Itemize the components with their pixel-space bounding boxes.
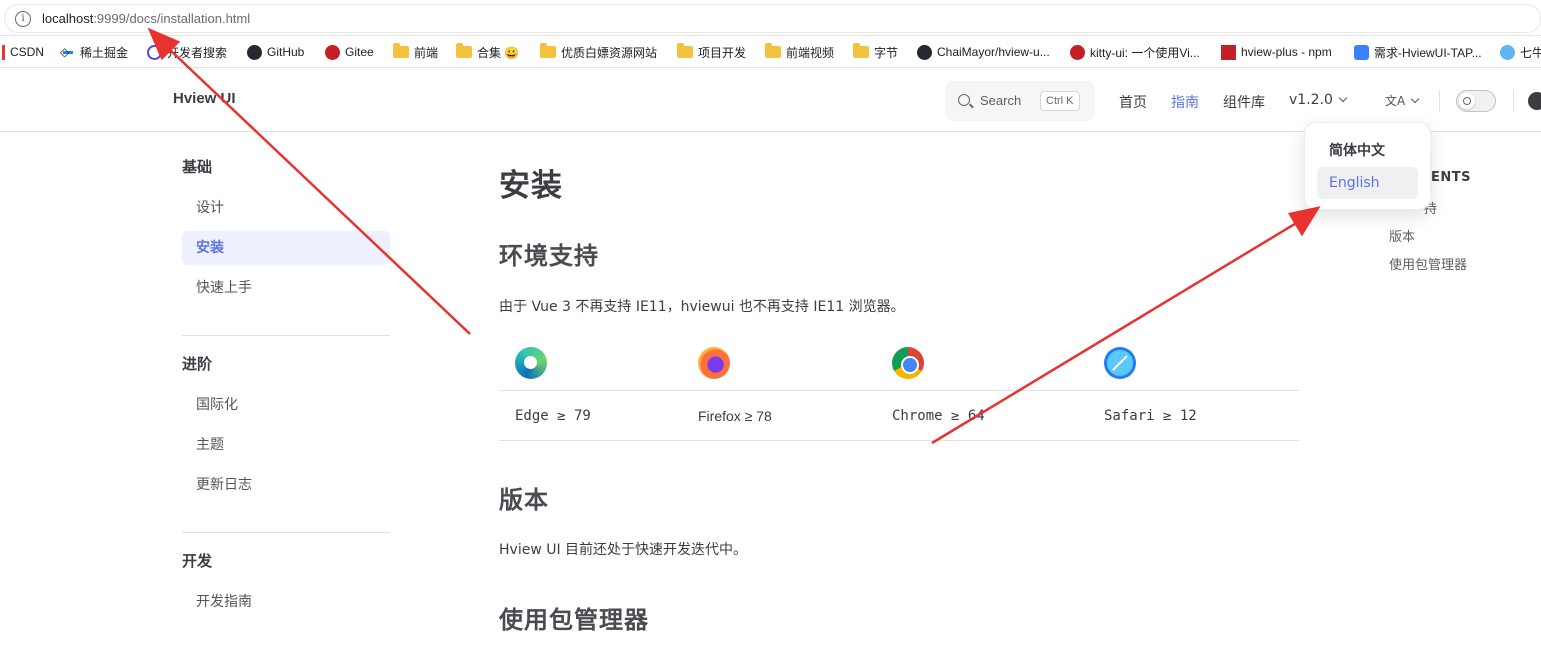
qiniu-icon bbox=[1500, 44, 1515, 60]
nav-link-components[interactable]: 组件库 bbox=[1223, 92, 1265, 112]
search-icon bbox=[958, 94, 970, 106]
nav-link-home[interactable]: 首页 bbox=[1119, 92, 1147, 112]
safari-icon bbox=[1104, 347, 1136, 379]
nav-link-guide[interactable]: 指南 bbox=[1171, 92, 1199, 112]
toc-title: ENTS bbox=[1431, 170, 1471, 185]
browser-version-chrome: Chrome ≥ 64 bbox=[892, 408, 985, 424]
chevron-down-icon bbox=[1410, 94, 1420, 104]
version-dropdown[interactable]: v1.2.0 bbox=[1289, 92, 1348, 108]
sun-icon bbox=[1463, 97, 1471, 105]
url-field[interactable]: i localhost:9999/docs/installation.html bbox=[4, 4, 1541, 33]
folder-icon bbox=[456, 43, 472, 58]
edge-icon bbox=[515, 347, 547, 379]
gitee-icon bbox=[1070, 44, 1085, 60]
bookmark-csdn[interactable]: CSDN bbox=[2, 43, 44, 61]
dev-search-icon bbox=[147, 44, 162, 60]
sidebar-item-installation[interactable]: 安装 bbox=[182, 231, 390, 265]
sidebar-item-theme[interactable]: 主题 bbox=[182, 428, 390, 462]
theme-toggle[interactable] bbox=[1456, 90, 1496, 112]
language-switcher[interactable]: 文A bbox=[1385, 92, 1420, 109]
bookmarks-bar: CSDN ◇ 稀土掘金 开发者搜索 GitHub Gitee 前端 合集 😀 优质… bbox=[0, 36, 1541, 68]
bookmark-juejin[interactable]: ◇ 稀土掘金 bbox=[60, 43, 128, 61]
site-info-icon[interactable]: i bbox=[15, 11, 31, 27]
github-icon bbox=[917, 44, 932, 60]
search-button[interactable]: Search Ctrl K bbox=[945, 81, 1095, 121]
bookmark-folder-resources[interactable]: 优质白嫖资源网站 bbox=[540, 43, 657, 61]
gitee-icon bbox=[325, 44, 340, 60]
bookmark-folder-projects[interactable]: 项目开发 bbox=[677, 43, 746, 61]
bookmark-folder-videos[interactable]: 前端视频 bbox=[765, 43, 834, 61]
firefox-icon bbox=[698, 347, 730, 379]
sidebar-item-dev-guide[interactable]: 开发指南 bbox=[182, 585, 390, 619]
sidebar-group-title: 进阶 bbox=[182, 355, 213, 373]
bookmark-github[interactable]: GitHub bbox=[247, 43, 304, 61]
browser-version-edge: Edge ≥ 79 bbox=[515, 408, 591, 424]
page-title: 安装 bbox=[499, 168, 563, 204]
sidebar-item-changelog[interactable]: 更新日志 bbox=[182, 468, 390, 502]
csdn-icon bbox=[2, 44, 5, 60]
toc-item-version[interactable]: 版本 bbox=[1389, 226, 1415, 245]
bookmark-kitty-ui[interactable]: kitty-ui: 一个使用Vi... bbox=[1070, 43, 1200, 61]
tapd-icon bbox=[1354, 44, 1369, 60]
env-description: 由于 Vue 3 不再支持 IE11，hviewui 也不再支持 IE11 浏览… bbox=[499, 299, 905, 315]
bookmark-folder-bytedance[interactable]: 字节 bbox=[853, 43, 898, 61]
bookmark-hview-github[interactable]: ChaiMayor/hview-u... bbox=[917, 43, 1050, 61]
chevron-down-icon bbox=[1338, 93, 1348, 103]
translate-icon: 文A bbox=[1385, 94, 1406, 108]
nav-divider bbox=[1513, 90, 1514, 112]
toc-item-package-manager[interactable]: 使用包管理器 bbox=[1389, 254, 1467, 273]
lang-option-zh[interactable]: 简体中文 bbox=[1317, 135, 1418, 167]
toggle-knob bbox=[1459, 93, 1475, 109]
github-icon bbox=[247, 44, 262, 60]
nav-divider bbox=[1439, 90, 1440, 112]
site-brand[interactable]: Hview UI bbox=[173, 90, 236, 107]
juejin-icon: ◇ bbox=[60, 44, 75, 60]
sidebar-item-design[interactable]: 设计 bbox=[182, 191, 390, 225]
folder-icon bbox=[853, 43, 869, 58]
browser-version-safari: Safari ≥ 12 bbox=[1104, 408, 1197, 424]
browser-version-firefox: Firefox ≥ 78 bbox=[698, 408, 772, 424]
sidebar-group-title: 基础 bbox=[182, 158, 213, 176]
browser-address-bar: i localhost:9999/docs/installation.html bbox=[0, 0, 1541, 36]
annotation-arrowhead bbox=[1288, 206, 1321, 237]
npm-icon bbox=[1221, 44, 1236, 60]
section-heading-version: 版本 bbox=[499, 486, 549, 514]
table-row: Edge ≥ 79 Firefox ≥ 78 Chrome ≥ 64 Safar… bbox=[499, 391, 1299, 441]
language-menu: 简体中文 English bbox=[1304, 122, 1431, 210]
browser-support-table: Edge ≥ 79 Firefox ≥ 78 Chrome ≥ 64 Safar… bbox=[499, 337, 1299, 441]
sidebar-item-quickstart[interactable]: 快速上手 bbox=[182, 271, 390, 305]
sidebar-divider bbox=[182, 532, 390, 533]
chrome-icon bbox=[892, 347, 924, 379]
section-heading-package-manager: 使用包管理器 bbox=[499, 606, 649, 634]
version-description: Hview UI 目前还处于快速开发迭代中。 bbox=[499, 542, 748, 558]
section-heading-env: 环境支持 bbox=[499, 242, 599, 270]
lang-option-en[interactable]: English bbox=[1317, 167, 1418, 199]
github-icon[interactable] bbox=[1528, 92, 1541, 110]
search-label: Search bbox=[980, 93, 1022, 108]
table-row bbox=[499, 337, 1299, 391]
folder-icon bbox=[677, 43, 693, 58]
bookmark-npm[interactable]: hview-plus - npm bbox=[1221, 43, 1332, 61]
folder-icon bbox=[765, 43, 781, 58]
bookmark-qiniu[interactable]: 七牛 bbox=[1500, 43, 1541, 61]
bookmark-dev-search[interactable]: 开发者搜索 bbox=[147, 43, 227, 61]
bookmark-gitee[interactable]: Gitee bbox=[325, 43, 374, 61]
bookmark-folder-frontend[interactable]: 前端 bbox=[393, 43, 438, 61]
search-shortcut: Ctrl K bbox=[1040, 91, 1080, 111]
bookmark-folder-collection[interactable]: 合集 😀 bbox=[456, 43, 519, 61]
bookmark-tapd[interactable]: 需求-HviewUI-TAP... bbox=[1354, 43, 1482, 61]
folder-icon bbox=[393, 43, 409, 58]
url-text[interactable]: localhost:9999/docs/installation.html bbox=[42, 11, 250, 26]
sidebar-group-title: 开发 bbox=[182, 552, 213, 570]
sidebar-item-i18n[interactable]: 国际化 bbox=[182, 388, 390, 422]
sidebar-divider bbox=[182, 335, 390, 336]
folder-icon bbox=[540, 43, 556, 58]
